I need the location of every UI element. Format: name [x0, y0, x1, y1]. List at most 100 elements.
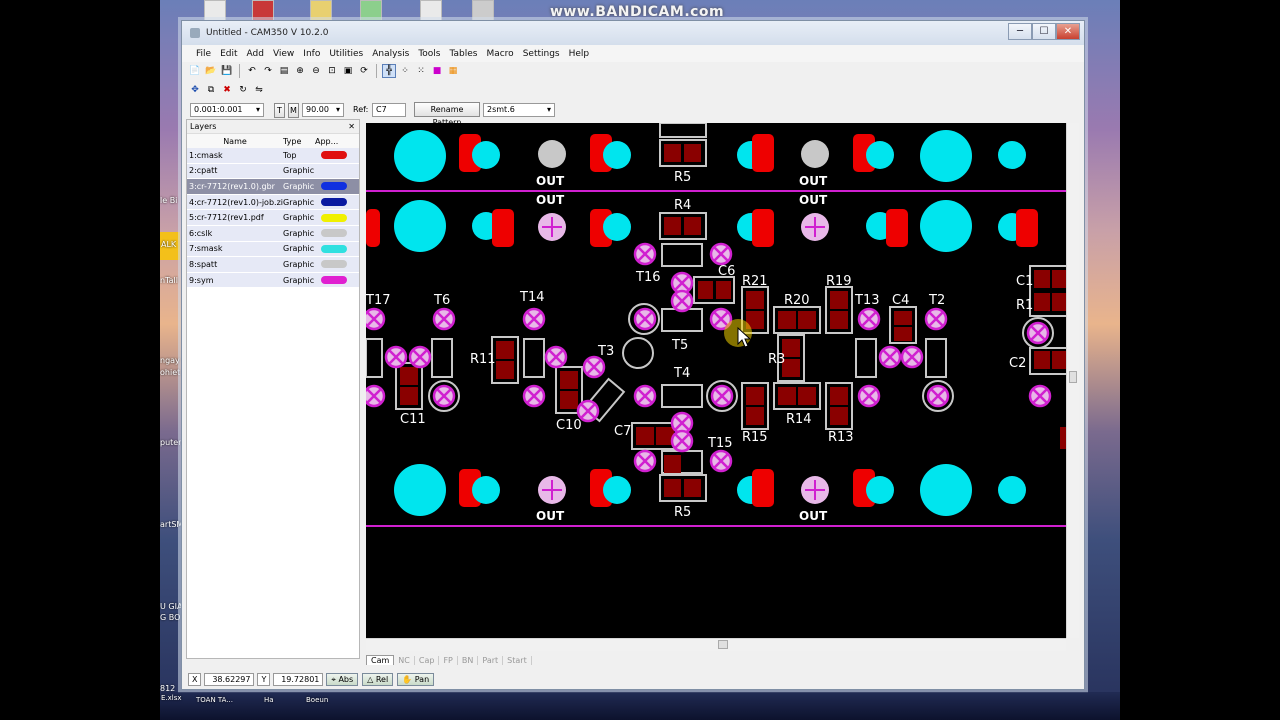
m-button[interactable]: M: [288, 103, 299, 118]
menu-help[interactable]: Help: [569, 49, 590, 59]
save-icon[interactable]: 💾: [220, 64, 234, 78]
tab-start[interactable]: Start: [503, 655, 532, 665]
label-r13: R13: [828, 430, 854, 445]
layer-color-swatch[interactable]: [321, 260, 347, 269]
close-button[interactable]: ✕: [1056, 23, 1080, 40]
recording-watermark: www.BANDICAM.com: [550, 4, 725, 20]
x-label: X: [188, 672, 202, 686]
tab-fp[interactable]: FP: [439, 655, 458, 665]
grid-dots-icon[interactable]: ⁙: [414, 64, 428, 78]
label-c4: C4: [892, 293, 909, 308]
layer-color-swatch[interactable]: [321, 229, 347, 238]
print-icon[interactable]: ▤: [277, 64, 291, 78]
delete-icon[interactable]: ✖: [220, 83, 234, 97]
tab-cam[interactable]: Cam: [366, 655, 395, 665]
taskbar-label[interactable]: Ha: [264, 696, 274, 704]
menu-analysis[interactable]: Analysis: [372, 49, 409, 59]
menu-info[interactable]: Info: [303, 49, 320, 59]
redraw-icon[interactable]: ⟳: [357, 64, 371, 78]
layer-name: 3:cr-7712(rev1.0).gbr: [189, 181, 275, 191]
layer-name: 2:cpatt: [189, 166, 218, 176]
undo-icon[interactable]: ↶: [245, 64, 259, 78]
layer-row[interactable]: 1:cmask Top: [187, 148, 359, 164]
pcb-canvas[interactable]: OUT OUT R5 OUT OUT R4 T16 C6 R21 R19 R20…: [366, 123, 1066, 638]
menu-edit[interactable]: Edit: [220, 49, 237, 59]
menu-utilities[interactable]: Utilities: [329, 49, 363, 59]
tab-nc[interactable]: NC: [394, 655, 415, 665]
fill-mode-icon[interactable]: ▦: [446, 64, 460, 78]
layer-colors-icon[interactable]: ■: [430, 64, 444, 78]
tab-part[interactable]: Part: [478, 655, 504, 665]
rel-button[interactable]: △ Rel: [362, 672, 394, 686]
y-coordinate: 19.72801: [273, 672, 324, 686]
menu-file[interactable]: File: [196, 49, 211, 59]
layer-row[interactable]: 5:cr-7712(rev1.pdf Graphic: [187, 210, 359, 226]
layer-type: Top: [283, 150, 297, 160]
zoom-all-icon[interactable]: ▣: [341, 64, 355, 78]
horizontal-scrollbar[interactable]: [366, 638, 1066, 651]
open-folder-icon[interactable]: 📂: [204, 64, 218, 78]
layer-color-swatch[interactable]: [321, 276, 347, 285]
rename-pattern-button[interactable]: Rename Pattern: [414, 102, 480, 127]
status-bar: X 38.62297 Y 19.72801 ⌖ Abs △ Rel ✋ Pan: [188, 671, 1080, 687]
angle-select[interactable]: 90.00 ▾: [302, 103, 344, 117]
layer-color-swatch[interactable]: [321, 244, 347, 253]
close-icon[interactable]: ✕: [348, 120, 355, 134]
layer-color-swatch[interactable]: [321, 198, 347, 207]
layer-row[interactable]: 2:cpatt Graphic: [187, 163, 359, 180]
column-type[interactable]: Type: [283, 137, 315, 146]
layer-color-swatch[interactable]: [321, 151, 347, 160]
scroll-thumb[interactable]: [718, 640, 728, 649]
layer-color-swatch[interactable]: [321, 213, 347, 222]
t-button[interactable]: T: [274, 103, 285, 118]
window-title: Untitled - CAM350 V 10.2.0: [206, 28, 329, 38]
layer-row[interactable]: 8:spatt Graphic: [187, 257, 359, 273]
layer-color-swatch[interactable]: [321, 182, 347, 191]
redo-icon[interactable]: ↷: [261, 64, 275, 78]
grid-select[interactable]: 0.001:0.001 ▾: [190, 103, 264, 117]
snap-icon[interactable]: ╬: [382, 64, 396, 78]
menu-macro[interactable]: Macro: [486, 49, 513, 59]
tab-bn[interactable]: BN: [458, 655, 479, 665]
copy-icon[interactable]: ⧉: [204, 83, 218, 97]
tab-cap[interactable]: Cap: [415, 655, 440, 665]
menu-tools[interactable]: Tools: [418, 49, 440, 59]
maximize-button[interactable]: ☐: [1032, 23, 1056, 40]
vertical-scrollbar[interactable]: [1066, 123, 1079, 638]
label-c1: C1: [1016, 274, 1033, 289]
zoom-in-icon[interactable]: ⊕: [293, 64, 307, 78]
layer-row-selected[interactable]: 3:cr-7712(rev1.0).gbr Graphic: [187, 179, 359, 195]
abs-button[interactable]: ⌖ Abs: [326, 672, 359, 686]
menu-tables[interactable]: Tables: [449, 49, 477, 59]
title-bar[interactable]: Untitled - CAM350 V 10.2.0 ─ ☐ ✕: [182, 21, 1084, 45]
taskbar-label[interactable]: TOAN TA...: [196, 696, 233, 704]
scroll-thumb[interactable]: [1069, 371, 1077, 383]
mirror-icon[interactable]: ⇋: [252, 83, 266, 97]
menu-settings[interactable]: Settings: [523, 49, 560, 59]
move-icon[interactable]: ✥: [188, 83, 202, 97]
layer-row[interactable]: 7:smask Graphic: [187, 241, 359, 258]
edit-toolbar: ✥ ⧉ ✖ ↻ ⇋: [188, 81, 266, 99]
desktop-label: ALK: [161, 240, 177, 249]
pcb-drawing[interactable]: OUT OUT R5 OUT OUT R4 T16 C6 R21 R19 R20…: [366, 123, 1066, 638]
taskbar-label[interactable]: E.xlsx: [161, 694, 182, 702]
pattern-select[interactable]: 2smt.6 ▾: [483, 103, 555, 117]
zoom-out-icon[interactable]: ⊖: [309, 64, 323, 78]
menu-view[interactable]: View: [273, 49, 294, 59]
layer-row[interactable]: 6:cslk Graphic: [187, 225, 359, 242]
ref-input[interactable]: C7: [372, 103, 406, 117]
chevron-down-icon: ▾: [255, 105, 260, 114]
pan-button[interactable]: ✋ Pan: [397, 672, 435, 686]
layer-row[interactable]: 4:cr-7712(rev1.0)-job.zip Graphic: [187, 194, 359, 211]
zoom-window-icon[interactable]: ⊡: [325, 64, 339, 78]
grid-icon[interactable]: ⁘: [398, 64, 412, 78]
layer-type: Graphic: [283, 259, 315, 269]
new-file-icon[interactable]: 📄: [188, 64, 202, 78]
taskbar-label[interactable]: Boeun: [306, 696, 328, 704]
minimize-button[interactable]: ─: [1008, 23, 1032, 40]
layer-row[interactable]: 9:sym Graphic: [187, 272, 359, 289]
column-name[interactable]: Name: [187, 137, 283, 146]
rotate-icon[interactable]: ↻: [236, 83, 250, 97]
menu-add[interactable]: Add: [247, 49, 264, 59]
column-app[interactable]: App...: [315, 137, 345, 146]
